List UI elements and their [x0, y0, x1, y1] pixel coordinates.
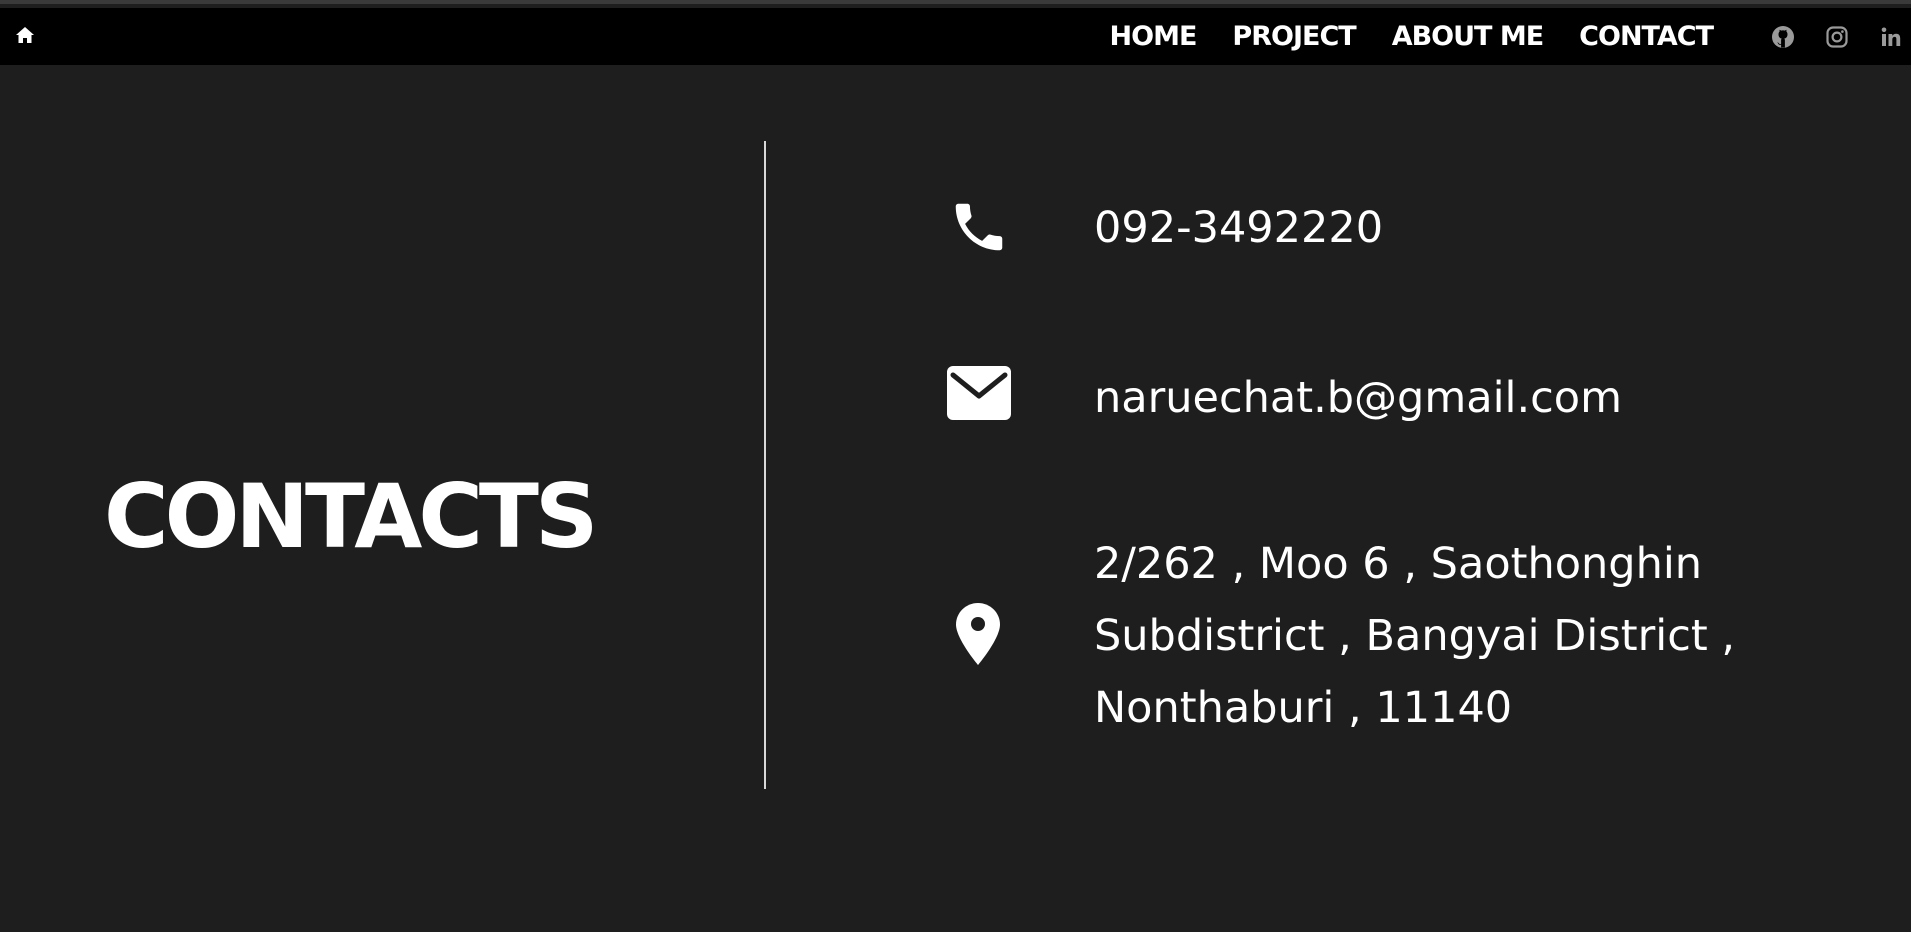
- page-title: CONTACTS: [104, 464, 598, 568]
- github-icon[interactable]: [1771, 25, 1795, 49]
- phone-number: 092-3492220: [1094, 203, 1384, 253]
- address-line: 2/262 , Moo 6 , Saothonghin: [1094, 539, 1703, 589]
- email-address: naruechat.b@gmail.com: [1094, 373, 1622, 423]
- vertical-divider: [764, 141, 766, 789]
- address-line: Subdistrict , Bangyai District ,: [1094, 611, 1736, 661]
- linkedin-icon[interactable]: [1879, 25, 1903, 49]
- page-frame: HOME PROJECT ABOUT ME CONTACT CONTACTS 0…: [0, 0, 1911, 932]
- navbar: HOME PROJECT ABOUT ME CONTACT: [0, 8, 1911, 65]
- phone-icon: [946, 194, 1012, 260]
- nav-link-about-me[interactable]: ABOUT ME: [1392, 21, 1544, 52]
- nav-link-home[interactable]: HOME: [1110, 21, 1198, 52]
- address-block: 2/262 , Moo 6 , Saothonghin Subdistrict …: [1094, 528, 1854, 744]
- instagram-icon[interactable]: [1825, 25, 1849, 49]
- email-icon: [946, 364, 1012, 422]
- nav-links: HOME PROJECT ABOUT ME CONTACT: [1110, 8, 1714, 65]
- home-icon: [15, 26, 35, 48]
- nav-link-contact[interactable]: CONTACT: [1579, 21, 1714, 52]
- nav-link-project[interactable]: PROJECT: [1232, 21, 1356, 52]
- address-line: Nonthaburi , 11140: [1094, 683, 1513, 733]
- location-pin-icon: [950, 600, 1006, 668]
- social-links: [1771, 8, 1903, 65]
- home-button[interactable]: [14, 26, 36, 48]
